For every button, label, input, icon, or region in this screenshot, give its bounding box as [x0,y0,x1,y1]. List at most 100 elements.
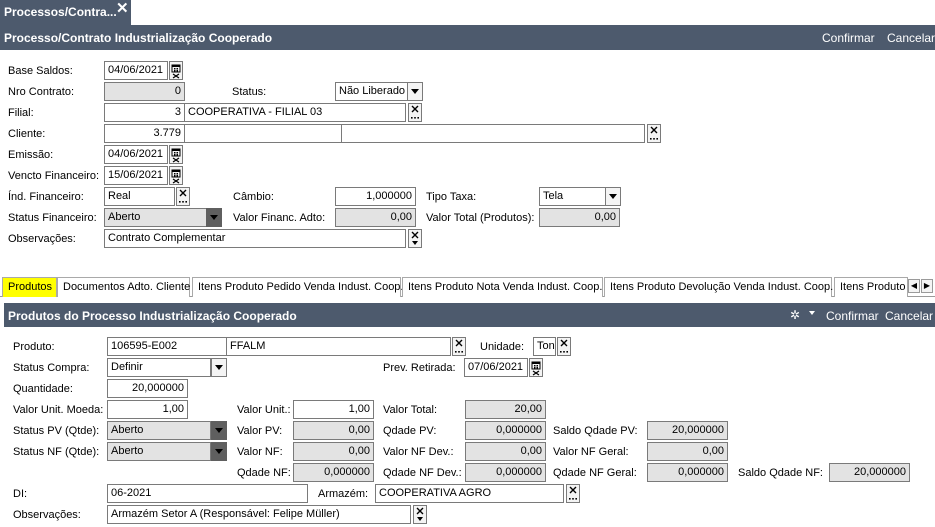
search-icon[interactable] [452,337,466,356]
quantidade-input[interactable]: 20,000000 [107,379,188,398]
qdade-nf-dev-label: Qdade NF Dev.: [383,467,462,479]
obs-label: Observações: [8,233,76,245]
armazem-input[interactable]: COOPERATIVA AGRO [375,484,564,503]
valor-nf-label: Valor NF: [237,446,283,458]
window-tab[interactable]: Processos/Contra... ✕ [0,0,131,25]
obs-produto-label: Observações: [13,509,81,521]
ind-fin-label: Índ. Financeiro: [8,191,84,203]
cliente-extra-field [341,124,645,143]
valor-nf-field: 0,00 [293,442,374,461]
close-icon[interactable]: ✕ [116,0,129,17]
status-compra-select[interactable]: Definir [107,358,211,377]
tipo-taxa-label: Tipo Taxa: [426,191,477,203]
clear-icon[interactable] [413,505,427,524]
valor-nf-geral-field: 0,00 [647,442,728,461]
qdade-pv-field: 0,000000 [465,421,546,440]
tab-bar: Produtos Documentos Adto. Cliente Itens … [0,277,935,297]
calendar-icon[interactable] [529,358,543,377]
emissao-input[interactable]: 04/06/2021 [104,145,168,164]
calendar-icon[interactable] [169,145,183,164]
ind-fin-input[interactable]: Real [104,187,175,206]
valor-unit-moeda-label: Valor Unit. Moeda: [13,404,104,416]
valor-pv-field: 0,00 [293,421,374,440]
obs-input[interactable]: Contrato Complementar [104,229,406,248]
scroll-right-icon[interactable]: ▶ [921,279,933,293]
qdade-nf-dev-field: 0,000000 [465,463,546,482]
chevron-down-icon [211,442,227,461]
status-label: Status: [232,86,267,98]
saldo-qdade-nf-label: Saldo Qdade NF: [738,467,823,479]
products-header: Produtos do Processo Industrialização Co… [4,303,935,327]
settings-icon[interactable]: ✲ [790,308,800,322]
cambio-label: Câmbio: [233,191,274,203]
valor-total-label: Valor Total (Produtos): [426,212,535,224]
qdade-nf-label: Qdade NF: [237,467,291,479]
search-icon[interactable] [566,484,580,503]
vencto-label: Vencto Financeiro: [8,170,100,182]
search-icon[interactable] [408,103,422,122]
di-label: DI: [13,488,28,500]
base-saldos-input[interactable]: 04/06/2021 [104,61,168,80]
cancel-button[interactable]: Cancelar [887,31,935,45]
chevron-down-icon[interactable] [809,311,815,315]
quantidade-label: Quantidade: [13,383,73,395]
obs-produto-input[interactable]: Armazém Setor A (Responsável: Felipe Mül… [107,505,411,524]
valor-unit-moeda-input[interactable]: 1,00 [107,400,188,419]
valor-total-field: 0,00 [539,208,620,227]
armazem-label: Armazém: [318,488,369,500]
valor-financ-label: Valor Financ. Adto: [233,212,326,224]
chevron-down-icon[interactable] [605,187,621,206]
chevron-down-icon [211,421,227,440]
vencto-input[interactable]: 15/06/2021 [104,166,168,185]
calendar-icon[interactable] [169,61,183,80]
saldo-qdade-pv-field: 20,000000 [647,421,728,440]
status-compra-label: Status Compra: [13,362,90,374]
cliente-code-input[interactable]: 3.779 [104,124,185,143]
valor-total-prod-field: 20,00 [465,400,546,419]
tab-produtos[interactable]: Produtos [2,277,57,297]
nro-contrato-field: 0 [104,82,185,101]
valor-financ-field: 0,00 [335,208,416,227]
tipo-taxa-select[interactable]: Tela [539,187,606,206]
saldo-qdade-nf-field: 20,000000 [829,463,910,482]
status-fin-label: Status Financeiro: [8,212,97,224]
products-confirm-button[interactable]: Confirmar [826,309,879,323]
page-title: Processo/Contrato Industrialização Coope… [4,31,273,45]
prev-retirada-input[interactable]: 07/06/2021 [464,358,528,377]
search-icon[interactable] [557,337,571,356]
status-pv-select: Aberto [107,421,211,440]
saldo-qdade-pv-label: Saldo Qdade PV: [553,425,638,437]
products-cancel-button[interactable]: Cancelar [885,309,933,323]
qdade-nf-field: 0,000000 [293,463,374,482]
tab-itens-produto[interactable]: Itens Produto [834,277,908,297]
cliente-label: Cliente: [8,128,46,140]
valor-unit-label: Valor Unit.: [237,404,291,416]
status-fin-select: Aberto [104,208,207,227]
filial-code-input[interactable]: 3 [104,103,185,122]
search-icon[interactable] [647,124,661,143]
tab-itens-devolucao[interactable]: Itens Produto Devolução Venda Indust. Co… [604,277,833,297]
calendar-icon[interactable] [169,166,183,185]
valor-unit-input[interactable]: 1,00 [293,400,374,419]
unidade-input[interactable]: Ton [533,337,556,356]
valor-nf-dev-label: Valor NF Dev.: [383,446,454,458]
filial-name-field: COOPERATIVA - FILIAL 03 [184,103,406,122]
tab-documentos-adto[interactable]: Documentos Adto. Cliente [57,277,190,297]
di-input[interactable]: 06-2021 [107,484,308,503]
search-icon[interactable] [176,187,190,206]
produto-label: Produto: [13,341,55,353]
prev-retirada-label: Prev. Retirada: [383,362,456,374]
valor-total-prod-label: Valor Total: [383,404,438,416]
cambio-input[interactable]: 1,000000 [335,187,416,206]
tab-itens-nota-venda[interactable]: Itens Produto Nota Venda Indust. Coop. [402,277,603,297]
chevron-down-icon[interactable] [211,358,227,377]
chevron-down-icon[interactable] [407,82,423,101]
scroll-left-icon[interactable]: ◀ [908,279,920,293]
clear-icon[interactable] [408,229,422,248]
status-select[interactable]: Não Liberado [335,82,408,101]
confirm-button[interactable]: Confirmar [822,31,875,45]
produto-code-input[interactable]: 106595-E002 [107,337,227,356]
chevron-down-icon [206,208,222,227]
tab-itens-pedido-venda[interactable]: Itens Produto Pedido Venda Indust. Coop. [192,277,403,297]
qdade-nf-geral-label: Qdade NF Geral: [553,467,637,479]
